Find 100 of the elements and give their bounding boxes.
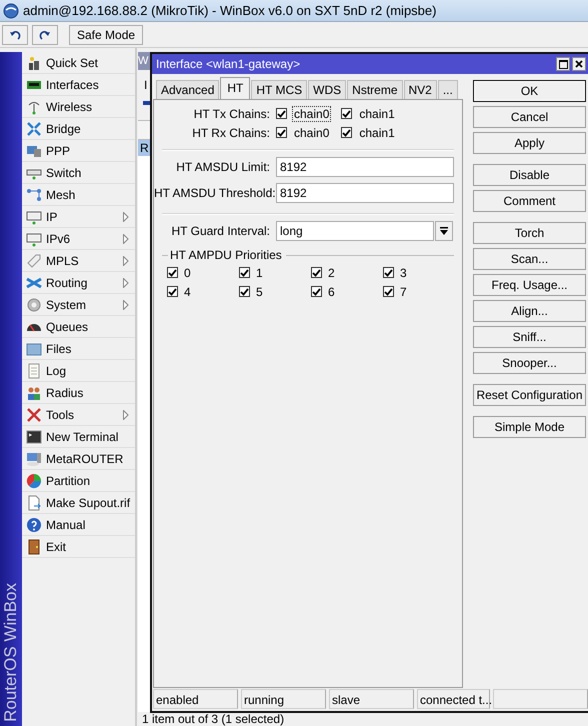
menu-item[interactable]: Radius [22,382,135,404]
checkbox-label[interactable]: 0 [182,264,193,280]
field-label: HT Guard Interval: [170,224,271,238]
menu-item[interactable]: Interfaces [22,74,135,96]
menu-item[interactable]: Routing [22,272,135,294]
door-icon [26,538,42,554]
menu-item[interactable]: Queues [22,316,135,338]
device-icon [26,208,42,224]
dialog-title: Interface <wlan1-gateway> [156,57,300,71]
menu-item[interactable]: MetaROUTER [22,448,135,470]
menu-item[interactable]: Exit [22,536,135,558]
close-icon [575,60,583,68]
tab[interactable]: ... [438,80,458,99]
redo-icon [39,28,51,40]
dialog-button[interactable]: Apply [473,132,586,154]
tab[interactable]: Nstreme [347,80,402,99]
dialog-button[interactable]: Comment [473,190,586,212]
undo-button[interactable] [2,24,28,44]
checkbox[interactable] [341,108,352,119]
device-icon [26,230,42,246]
checkbox-label[interactable]: chain1 [357,124,397,140]
checkbox-label[interactable]: 3 [398,264,409,280]
tab[interactable]: HT [220,77,250,99]
menu-item[interactable]: Partition [22,470,135,492]
dialog-button[interactable]: Cancel [473,106,586,128]
mesh-icon [26,186,42,202]
pie-chart-icon [26,472,42,488]
dropdown-field[interactable]: long [276,221,434,241]
tag-icon [26,252,42,268]
tab[interactable]: NV2 [404,80,437,99]
checkbox[interactable] [383,286,394,297]
menu-item[interactable]: Switch [22,162,135,184]
tab[interactable]: I [144,78,148,92]
checkbox[interactable] [167,286,178,297]
checkbox[interactable] [383,267,394,278]
status-cell: slave [329,689,414,709]
field-label: HT Rx Chains: [191,126,271,140]
tab[interactable]: Advanced [156,80,220,99]
checkbox[interactable] [276,108,287,119]
dialog-button[interactable]: Disable [473,164,586,186]
checkbox[interactable] [341,127,352,138]
dialog-button[interactable]: Sniff... [473,326,586,348]
tab[interactable]: HT MCS [251,80,308,99]
menu-item[interactable]: IP [22,206,135,228]
checkbox-label[interactable]: 2 [326,264,337,280]
checkbox-label[interactable]: chain0 [292,106,332,122]
dialog-button[interactable]: Align... [473,300,586,322]
window-title: W [138,55,148,67]
close-button[interactable] [572,57,586,71]
menu-item[interactable]: Manual [22,514,135,536]
dialog-button[interactable]: Simple Mode [473,416,586,438]
menu-item[interactable]: New Terminal [22,426,135,448]
checkbox[interactable] [239,267,250,278]
dialog-button[interactable]: Reset Configuration [473,384,586,406]
dialog-button[interactable]: Freq. Usage... [473,274,586,296]
menu-item[interactable]: Quick Set [22,52,135,74]
menu-item[interactable]: IPv6 [22,228,135,250]
dialog-button[interactable]: Scan... [473,248,586,270]
checkbox-label[interactable]: chain1 [357,106,397,122]
menu-item[interactable]: Make Supout.rif [22,492,135,514]
side-label: RouterOS WinBox [1,583,21,722]
menu-item[interactable]: PPP [22,140,135,162]
menu-item[interactable]: Tools [22,404,135,426]
dialog-button[interactable]: OK [473,80,586,102]
redo-button[interactable] [32,24,58,44]
checkbox-label[interactable]: 5 [254,284,265,300]
checkbox[interactable] [239,286,250,297]
maximize-button[interactable] [556,57,570,71]
checkbox-label[interactable]: chain0 [292,124,332,140]
dialog-button[interactable]: Snooper... [473,352,586,374]
checkbox[interactable] [311,267,322,278]
checkbox-label[interactable]: 7 [398,284,409,300]
checkbox[interactable] [311,286,322,297]
input-field[interactable]: 8192 [276,157,454,177]
menu-item[interactable]: Mesh [22,184,135,206]
checkbox-label[interactable]: 4 [182,284,193,300]
status-text: 1 item out of 3 (1 selected) [141,712,286,726]
checkbox[interactable] [276,127,287,138]
status-cell: connected t... [417,689,490,709]
field-label: HT AMSDU Threshold: [154,186,276,200]
down-arrow-icon [440,227,448,235]
tab[interactable]: WDS [308,80,346,99]
window-title: admin@192.168.88.2 (MikroTik) - WinBox v6.0 on SXT 5nD r2 (mipsbe) [23,3,436,18]
dialog-button[interactable]: Torch [473,222,586,244]
menu-item[interactable]: Log [22,360,135,382]
menu-item[interactable]: System [22,294,135,316]
group-title: HT AMPDU Priorities [170,248,282,262]
safe-mode-button[interactable]: Safe Mode [69,24,144,44]
folder-icon [26,340,42,356]
app-icon [3,2,19,18]
menu-item[interactable]: MPLS [22,250,135,272]
field-label: HT AMSDU Limit: [175,160,271,174]
menu-item[interactable]: Wireless [22,96,135,118]
menu-item[interactable]: Files [22,338,135,360]
dropdown-button[interactable] [435,221,453,241]
checkbox-label[interactable]: 6 [326,284,337,300]
checkbox-label[interactable]: 1 [254,264,265,280]
menu-item[interactable]: Bridge [22,118,135,140]
input-field[interactable]: 8192 [276,183,454,203]
checkbox[interactable] [167,267,178,278]
